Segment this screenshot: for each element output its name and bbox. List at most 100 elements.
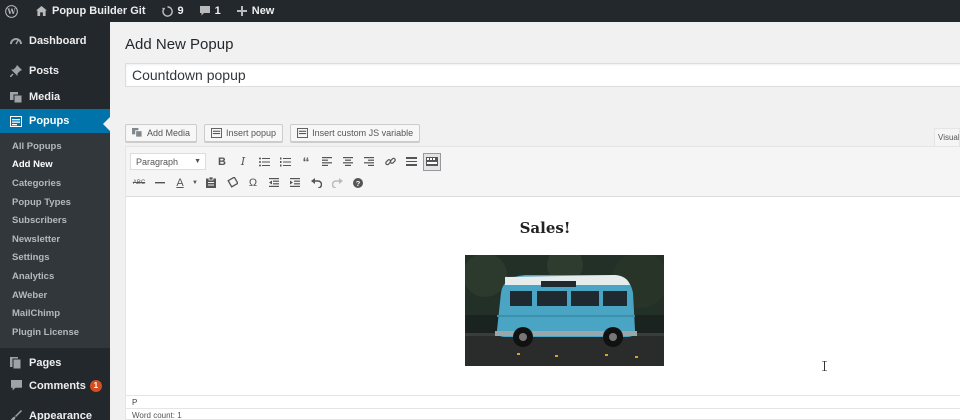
insert-js-variable-button[interactable]: Insert custom JS variable bbox=[290, 124, 421, 142]
menu-appearance-label: Appearance bbox=[29, 409, 92, 420]
updates-icon bbox=[161, 5, 173, 17]
page-title: Add New Popup bbox=[125, 36, 234, 53]
text-cursor-icon bbox=[822, 361, 827, 371]
content-editor: Paragraph ▼ B I “ ABC A ▼ Ω ? Sales! P W… bbox=[125, 146, 960, 420]
chevron-down-icon[interactable]: ▼ bbox=[191, 174, 199, 192]
help-icon[interactable]: ? bbox=[349, 174, 367, 192]
toolbar-row-2: ABC A ▼ Ω ? bbox=[130, 172, 960, 193]
blockquote-icon[interactable]: “ bbox=[297, 153, 315, 171]
toolbar-row-1: Paragraph ▼ B I “ bbox=[130, 151, 960, 172]
submenu-aweber[interactable]: AWeber bbox=[0, 286, 110, 305]
editor-statusbar: P Word count: 1 bbox=[126, 395, 960, 420]
menu-popups[interactable]: Popups bbox=[0, 109, 110, 133]
align-right-icon[interactable] bbox=[360, 153, 378, 171]
menu-media-label: Media bbox=[29, 91, 61, 103]
media-buttons: Add Media Insert popup Insert custom JS … bbox=[125, 124, 421, 142]
menu-media[interactable]: Media bbox=[0, 86, 110, 108]
bold-icon[interactable]: B bbox=[213, 153, 231, 171]
submenu-newsletter[interactable]: Newsletter bbox=[0, 230, 110, 249]
submenu-plugin-license[interactable]: Plugin License bbox=[0, 323, 110, 342]
submenu-mailchimp[interactable]: MailChimp bbox=[0, 304, 110, 323]
add-media-label: Add Media bbox=[147, 128, 191, 138]
paste-text-icon[interactable] bbox=[202, 174, 220, 192]
site-name: Popup Builder Git bbox=[52, 5, 146, 17]
menu-dashboard-label: Dashboard bbox=[29, 35, 87, 47]
pages-icon bbox=[9, 356, 23, 370]
media-icon bbox=[132, 128, 143, 138]
read-more-icon[interactable] bbox=[402, 153, 420, 171]
updates-link[interactable]: 9 bbox=[154, 0, 192, 22]
insert-popup-label: Insert popup bbox=[226, 128, 277, 138]
link-icon[interactable] bbox=[381, 153, 399, 171]
menu-comments[interactable]: Comments 1 bbox=[0, 376, 110, 396]
main-content: Add New Popup Add Media Insert popup Ins… bbox=[110, 22, 960, 420]
menu-popups-label: Popups bbox=[29, 115, 70, 127]
comment-bubble-icon bbox=[199, 6, 210, 16]
svg-text:?: ? bbox=[356, 179, 361, 188]
menu-pages-label: Pages bbox=[29, 356, 62, 369]
menu-posts[interactable]: Posts bbox=[0, 56, 110, 86]
popup-icon bbox=[297, 128, 309, 138]
submenu-add-new[interactable]: Add New bbox=[0, 156, 110, 175]
align-center-icon[interactable] bbox=[339, 153, 357, 171]
popup-icon bbox=[211, 128, 222, 138]
popup-icon bbox=[9, 114, 23, 128]
indent-icon[interactable] bbox=[286, 174, 304, 192]
popups-submenu: All Popups Add New Categories Popup Type… bbox=[0, 133, 110, 348]
bullet-list-icon[interactable] bbox=[255, 153, 273, 171]
submenu-all-popups[interactable]: All Popups bbox=[0, 137, 110, 156]
menu-comments-label: Comments bbox=[29, 379, 86, 392]
wordpress-logo-icon[interactable]: W bbox=[0, 0, 28, 22]
menu-appearance[interactable]: Appearance bbox=[0, 401, 110, 420]
brush-icon bbox=[9, 409, 23, 420]
home-icon bbox=[36, 6, 47, 16]
strikethrough-icon[interactable]: ABC bbox=[130, 174, 148, 192]
clear-formatting-icon[interactable] bbox=[223, 174, 241, 192]
submenu-analytics[interactable]: Analytics bbox=[0, 267, 110, 286]
align-left-icon[interactable] bbox=[318, 153, 336, 171]
italic-icon[interactable]: I bbox=[234, 153, 252, 171]
element-path[interactable]: P bbox=[132, 398, 137, 407]
menu-pages[interactable]: Pages bbox=[0, 350, 110, 376]
submenu-settings[interactable]: Settings bbox=[0, 249, 110, 268]
site-name-link[interactable]: Popup Builder Git bbox=[28, 0, 154, 22]
statusbar-divider bbox=[126, 408, 960, 409]
chevron-down-icon: ▼ bbox=[194, 158, 201, 165]
special-character-icon[interactable]: Ω bbox=[244, 174, 262, 192]
editor-content-area[interactable]: Sales! bbox=[126, 197, 960, 397]
comments-count: 1 bbox=[214, 5, 221, 17]
add-media-button[interactable]: Add Media bbox=[125, 124, 198, 142]
insert-js-variable-label: Insert custom JS variable bbox=[312, 128, 414, 138]
submenu-popup-types[interactable]: Popup Types bbox=[0, 193, 110, 212]
outdent-icon[interactable] bbox=[265, 174, 283, 192]
format-select-value: Paragraph bbox=[136, 156, 179, 167]
new-label: New bbox=[251, 5, 275, 17]
admin-bar: W Popup Builder Git 9 1 New bbox=[0, 0, 960, 22]
comments-link[interactable]: 1 bbox=[192, 0, 229, 22]
media-icon bbox=[9, 90, 23, 104]
redo-icon[interactable] bbox=[328, 174, 346, 192]
insert-popup-button[interactable]: Insert popup bbox=[204, 124, 284, 142]
updates-count: 9 bbox=[177, 5, 184, 17]
horizontal-line-icon[interactable] bbox=[151, 174, 169, 192]
word-count: Word count: 1 bbox=[132, 411, 182, 420]
new-content-link[interactable]: New bbox=[229, 0, 283, 22]
paragraph-format-select[interactable]: Paragraph ▼ bbox=[130, 153, 206, 170]
menu-dashboard[interactable]: Dashboard bbox=[0, 26, 110, 56]
toolbar-toggle-icon[interactable] bbox=[423, 152, 441, 171]
comments-badge: 1 bbox=[89, 379, 102, 392]
content-heading: Sales! bbox=[519, 219, 571, 237]
numbered-list-icon[interactable] bbox=[276, 153, 294, 171]
dashboard-icon bbox=[9, 34, 23, 48]
visual-tab[interactable]: Visual bbox=[934, 128, 960, 146]
menu-posts-label: Posts bbox=[29, 65, 59, 77]
plus-icon bbox=[236, 6, 247, 16]
admin-sidebar: Dashboard Posts Media Popups All Popups … bbox=[0, 22, 110, 420]
svg-text:W: W bbox=[6, 7, 16, 16]
undo-icon[interactable] bbox=[307, 174, 325, 192]
submenu-categories[interactable]: Categories bbox=[0, 174, 110, 193]
text-color-icon[interactable]: A bbox=[172, 174, 188, 192]
popup-title-input[interactable] bbox=[125, 63, 960, 87]
submenu-subscribers[interactable]: Subscribers bbox=[0, 211, 110, 230]
pin-icon bbox=[9, 64, 23, 78]
